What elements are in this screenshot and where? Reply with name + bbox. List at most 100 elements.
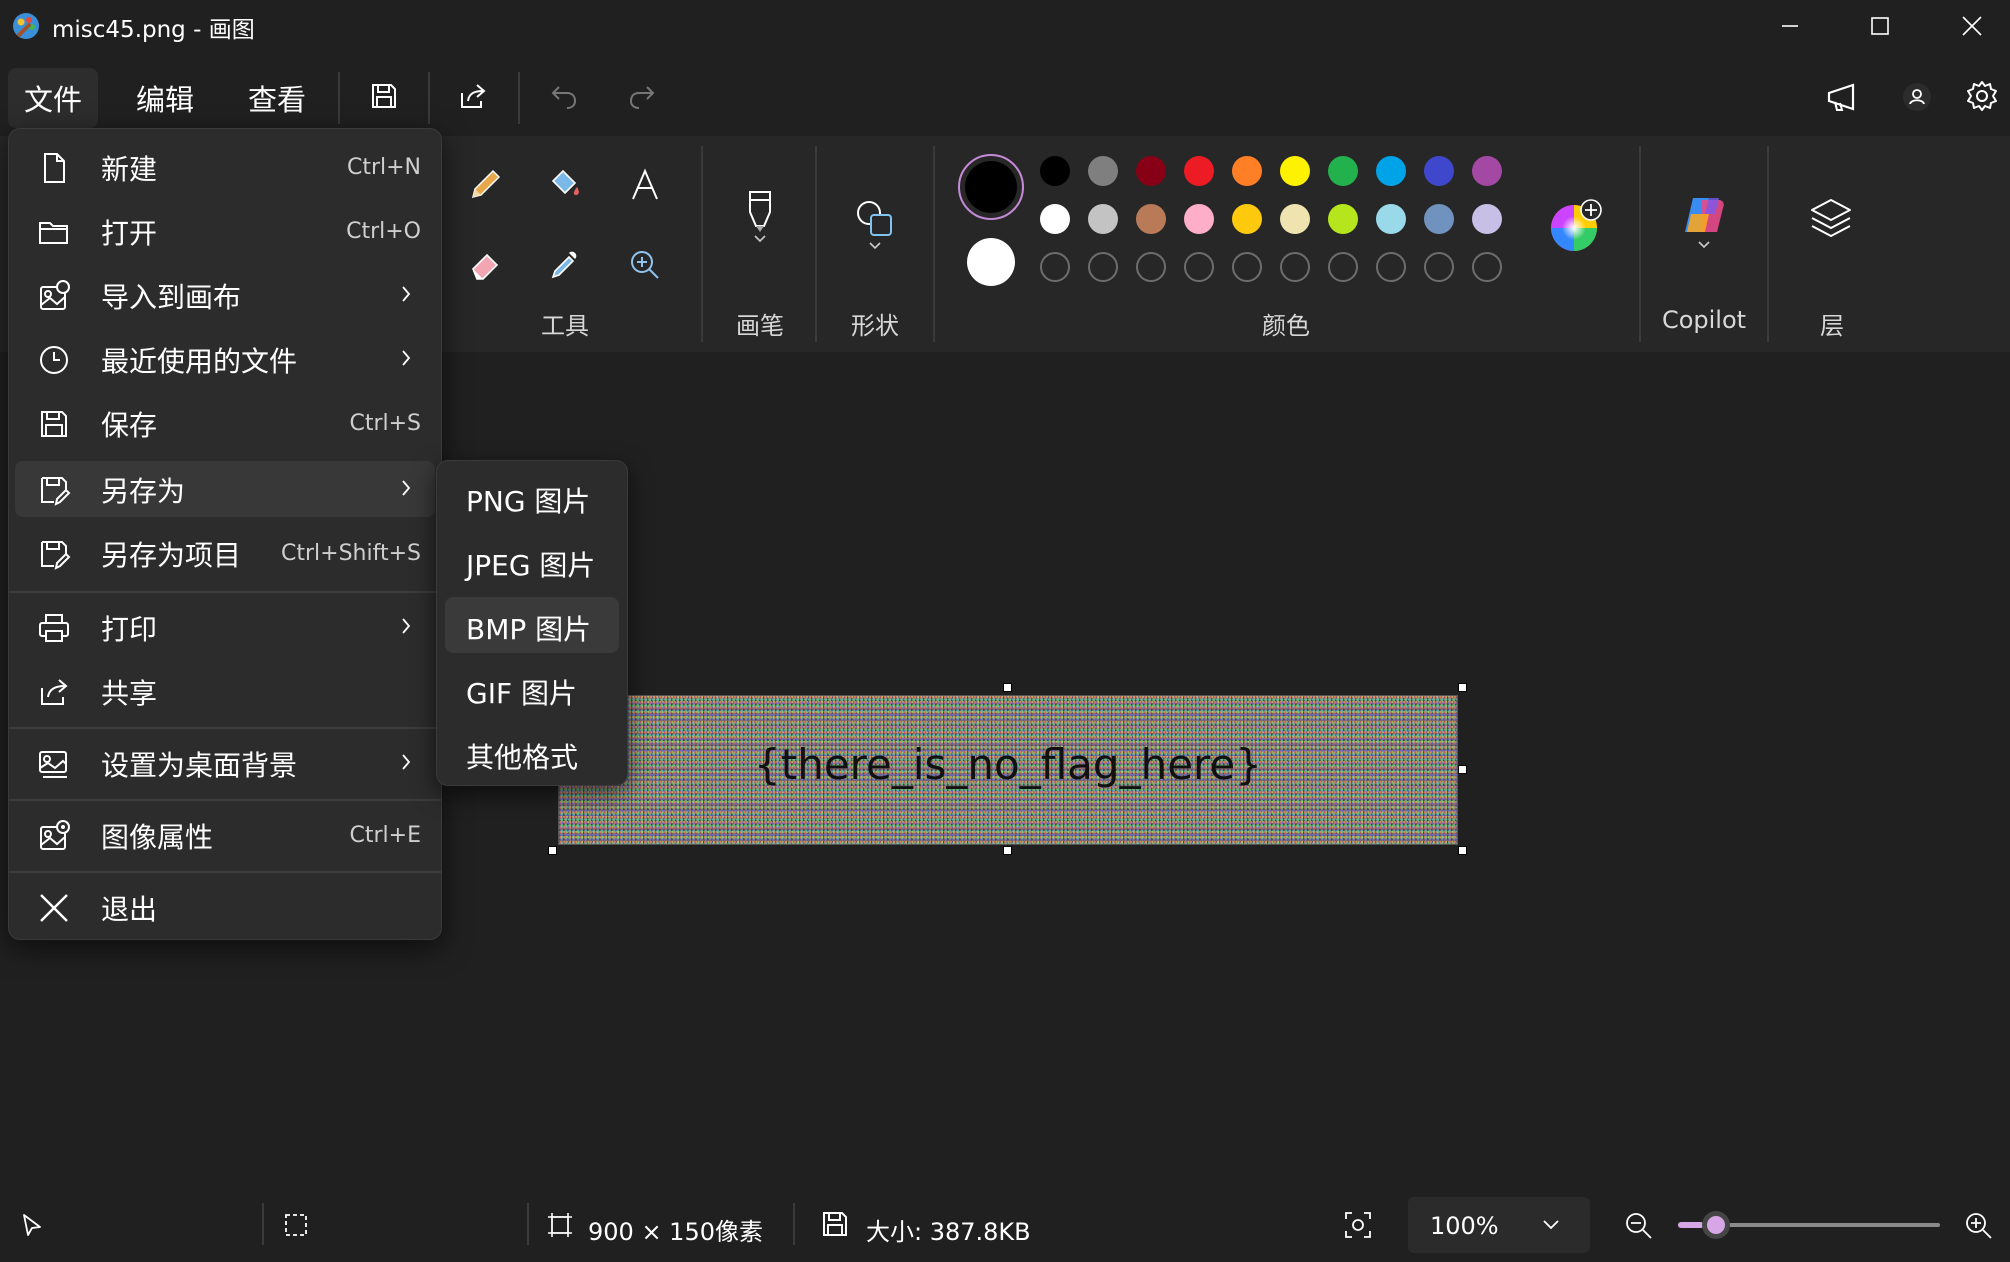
fit-to-window-button[interactable] — [1342, 1209, 1374, 1241]
color-swatch[interactable] — [1232, 156, 1262, 186]
file-menu-image-properties[interactable]: 图像属性 Ctrl+E — [15, 807, 435, 863]
file-menu-new[interactable]: 新建 Ctrl+N — [15, 139, 435, 195]
zoom-slider[interactable] — [1678, 1209, 1940, 1241]
menu-separator — [9, 591, 441, 593]
color-swatch[interactable] — [1280, 204, 1310, 234]
fill-tool[interactable] — [542, 162, 588, 208]
file-menu-import[interactable]: 导入到画布 — [15, 267, 435, 323]
brush-dropdown[interactable] — [735, 176, 785, 256]
pencil-tool[interactable] — [462, 162, 508, 208]
zoom-out-button[interactable] — [1622, 1209, 1654, 1241]
save-as-png[interactable]: PNG 图片 — [445, 469, 619, 525]
resize-handle-bottom[interactable] — [1003, 846, 1012, 855]
file-menu-set-desktop-background[interactable]: 设置为桌面背景 — [15, 735, 435, 791]
resize-handle-top[interactable] — [1003, 683, 1012, 692]
color-swatch[interactable] — [1280, 156, 1310, 186]
maximize-button[interactable] — [1834, 0, 1926, 52]
file-menu-recent[interactable]: 最近使用的文件 — [15, 331, 435, 387]
file-menu-new-shortcut: Ctrl+N — [346, 155, 421, 180]
resize-handle-bottom-right[interactable] — [1458, 846, 1467, 855]
color-swatch[interactable] — [1040, 156, 1070, 186]
menu-edit[interactable]: 编辑 — [120, 68, 210, 128]
pointer-position-button[interactable] — [18, 1211, 46, 1239]
file-menu-save[interactable]: 保存 Ctrl+S — [15, 395, 435, 451]
shapes-dropdown[interactable] — [849, 186, 901, 262]
magnifier-tool[interactable] — [622, 242, 668, 288]
share-button[interactable] — [449, 72, 497, 120]
file-menu-share[interactable]: 共享 — [15, 663, 435, 719]
text-tool[interactable] — [622, 162, 668, 208]
feedback-button[interactable] — [1818, 72, 1868, 122]
custom-color-slot[interactable] — [1040, 252, 1070, 282]
layers-button[interactable] — [1806, 194, 1856, 244]
color-swatch[interactable] — [1184, 156, 1214, 186]
canvas-image[interactable]: {there_is_no_flag_here} — [558, 695, 1458, 845]
custom-color-slot[interactable] — [1136, 252, 1166, 282]
color-swatch[interactable] — [1088, 204, 1118, 234]
color-swatch[interactable] — [1376, 156, 1406, 186]
color-swatch[interactable] — [1136, 156, 1166, 186]
menu-view[interactable]: 查看 — [232, 68, 322, 128]
save-as-jpeg[interactable]: JPEG 图片 — [445, 533, 619, 589]
zoom-level-dropdown[interactable]: 100% — [1408, 1197, 1590, 1253]
redo-button[interactable] — [618, 72, 666, 120]
eraser-tool[interactable] — [462, 242, 508, 288]
file-menu-exit[interactable]: 退出 — [15, 879, 435, 935]
custom-color-slot[interactable] — [1232, 252, 1262, 282]
file-menu-save-as-project[interactable]: 另存为项目 Ctrl+Shift+S — [15, 525, 435, 581]
resize-handle-bottom-left[interactable] — [548, 846, 557, 855]
menu-file[interactable]: 文件 — [8, 68, 98, 128]
custom-color-slot[interactable] — [1184, 252, 1214, 282]
pencil-icon — [471, 169, 501, 199]
color-swatch[interactable] — [1136, 204, 1166, 234]
color-picker-tool[interactable] — [542, 242, 588, 288]
minimize-button[interactable] — [1744, 0, 1836, 52]
undo-button[interactable] — [540, 72, 588, 120]
settings-button[interactable] — [1958, 72, 2006, 120]
color-swatch[interactable] — [1184, 204, 1214, 234]
save-as-png-label: PNG 图片 — [466, 485, 591, 518]
custom-color-slot[interactable] — [1472, 252, 1502, 282]
feedback-megaphone-icon — [1827, 83, 1855, 111]
color-swatch[interactable] — [1472, 204, 1502, 234]
resize-handle-right[interactable] — [1458, 765, 1467, 774]
copilot-dropdown[interactable] — [1676, 176, 1732, 266]
shapes-group-label: 形状 — [851, 312, 899, 340]
color-swatch[interactable] — [1424, 156, 1454, 186]
custom-color-slot[interactable] — [1328, 252, 1358, 282]
color-swatch[interactable] — [1088, 156, 1118, 186]
edit-colors-button[interactable] — [1548, 198, 1602, 251]
save-as-other-formats[interactable]: 其他格式 — [445, 725, 619, 781]
save-button[interactable] — [360, 72, 408, 120]
secondary-color-button[interactable] — [967, 238, 1015, 286]
close-window-button[interactable] — [1926, 0, 2010, 52]
custom-color-slot[interactable] — [1088, 252, 1118, 282]
zoom-in-button[interactable] — [1962, 1209, 1994, 1241]
custom-color-slot[interactable] — [1424, 252, 1454, 282]
file-menu-open[interactable]: 打开 Ctrl+O — [15, 203, 435, 259]
color-swatch[interactable] — [1328, 156, 1358, 186]
account-button[interactable] — [1896, 76, 1938, 118]
resize-handle-top-right[interactable] — [1458, 683, 1467, 692]
custom-color-slot[interactable] — [1280, 252, 1310, 282]
color-palette — [1040, 156, 1530, 296]
save-as-bmp[interactable]: BMP 图片 — [445, 597, 619, 653]
zoom-slider-fill — [1678, 1222, 1704, 1228]
file-menu-set-desktop-background-label: 设置为桌面背景 — [101, 749, 298, 782]
colors-group-label: 颜色 — [1262, 312, 1310, 340]
color-swatch[interactable] — [1328, 204, 1358, 234]
color-swatch[interactable] — [1040, 204, 1070, 234]
color-swatch[interactable] — [1424, 204, 1454, 234]
zoom-slider-thumb[interactable] — [1702, 1211, 1730, 1239]
save-as-gif[interactable]: GIF 图片 — [445, 661, 619, 717]
custom-color-slot[interactable] — [1376, 252, 1406, 282]
file-menu-save-as[interactable]: 另存为 — [15, 461, 435, 517]
file-menu-print[interactable]: 打印 — [15, 599, 435, 655]
menu-separator — [9, 727, 441, 729]
primary-color-button[interactable] — [958, 154, 1024, 220]
color-swatch[interactable] — [1472, 156, 1502, 186]
color-swatch[interactable] — [1232, 204, 1262, 234]
color-swatch[interactable] — [1376, 204, 1406, 234]
settings-icon — [1967, 81, 1997, 111]
selection-size-button[interactable] — [282, 1211, 310, 1239]
